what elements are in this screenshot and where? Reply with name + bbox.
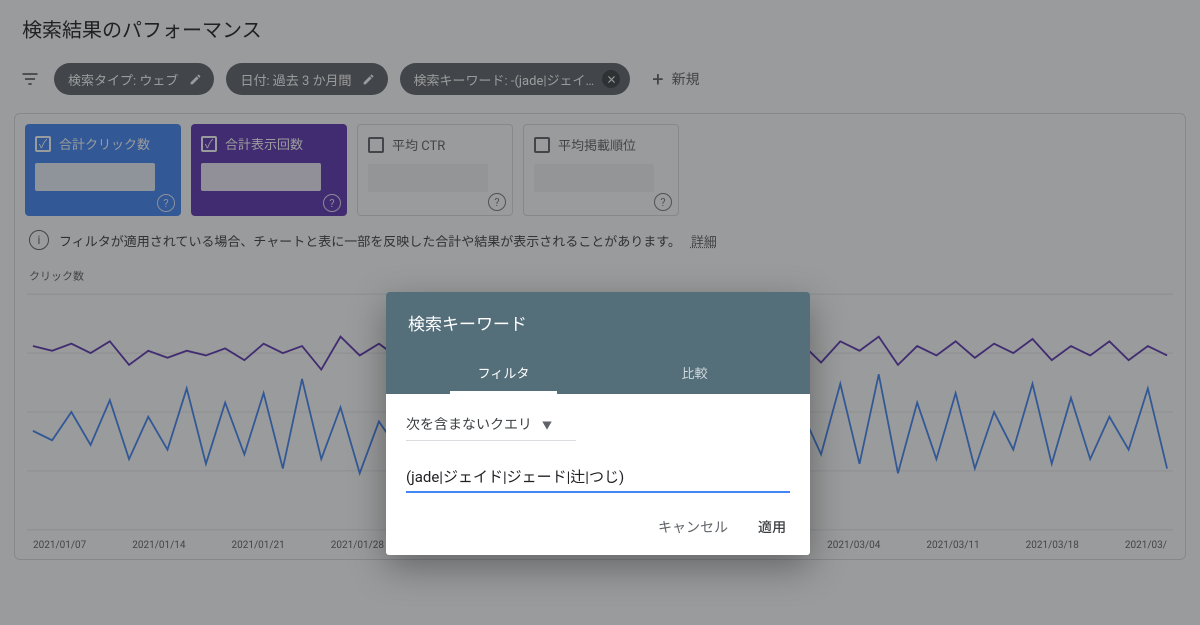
chip-date[interactable]: 日付: 過去 3 か月間: [226, 63, 387, 95]
info-icon[interactable]: ?: [488, 193, 506, 211]
metric-clicks[interactable]: 合計クリック数 ?: [25, 124, 181, 216]
info-banner: i フィルタが適用されている場合、チャートと表に一部を反映した合計や結果が表示さ…: [15, 220, 1185, 260]
query-input[interactable]: [406, 463, 790, 493]
metric-value: [35, 163, 155, 191]
x-tick: 2021/01/21: [232, 540, 285, 551]
info-icon: i: [29, 230, 49, 250]
banner-link[interactable]: 詳細: [691, 231, 717, 250]
metric-label: 平均掲載順位: [558, 135, 636, 154]
x-tick: 2021/03/18: [1026, 540, 1079, 551]
metric-position[interactable]: 平均掲載順位 ?: [523, 124, 679, 216]
close-icon[interactable]: [602, 70, 620, 88]
metric-label: 合計表示回数: [225, 134, 303, 153]
dialog-title: 検索キーワード: [408, 310, 790, 335]
metric-label: 平均 CTR: [392, 135, 445, 154]
select-label: 次を含まないクエリ: [406, 414, 532, 434]
chip-query[interactable]: 検索キーワード: -(jade|ジェイ…: [400, 63, 631, 95]
query-filter-dialog: 検索キーワード フィルタ 比較 次を含まないクエリ ▼ キャンセル 適用: [386, 292, 810, 555]
filter-list-icon[interactable]: [18, 67, 42, 91]
metric-ctr[interactable]: 平均 CTR ?: [357, 124, 513, 216]
tab-compare[interactable]: 比較: [599, 353, 790, 394]
metric-label: 合計クリック数: [59, 134, 150, 153]
chart-y-label: クリック数: [29, 268, 1173, 284]
chip-label: 日付: 過去 3 か月間: [240, 70, 351, 89]
metric-impressions[interactable]: 合計表示回数 ?: [191, 124, 347, 216]
cancel-button[interactable]: キャンセル: [658, 517, 728, 537]
x-tick: 2021/01/28: [331, 540, 384, 551]
chip-label: 検索キーワード: -(jade|ジェイ…: [414, 70, 595, 89]
metric-value: [201, 163, 321, 191]
x-tick: 2021/03/: [1125, 540, 1167, 551]
info-icon[interactable]: ?: [323, 194, 341, 212]
banner-text: フィルタが適用されている場合、チャートと表に一部を反映した合計や結果が表示される…: [59, 231, 681, 250]
checkbox-icon: [201, 136, 217, 152]
chevron-down-icon: ▼: [542, 417, 552, 432]
dialog-tabs: フィルタ 比較: [408, 353, 790, 394]
info-icon[interactable]: ?: [157, 194, 175, 212]
x-tick: 2021/03/11: [926, 540, 979, 551]
x-tick: 2021/01/07: [33, 540, 86, 551]
info-icon[interactable]: ?: [654, 193, 672, 211]
new-label: 新規: [672, 69, 700, 89]
apply-button[interactable]: 適用: [758, 517, 786, 537]
chip-label: 検索タイプ: ウェブ: [68, 70, 178, 89]
x-tick: 2021/03/04: [827, 540, 880, 551]
match-type-select[interactable]: 次を含まないクエリ ▼: [406, 412, 576, 441]
dialog-actions: キャンセル 適用: [386, 499, 810, 555]
page-title: 検索結果のパフォーマンス: [0, 0, 1200, 51]
x-tick: 2021/01/14: [132, 540, 185, 551]
chip-search-type[interactable]: 検索タイプ: ウェブ: [54, 63, 214, 95]
metric-value: [534, 164, 654, 192]
checkbox-icon: [35, 136, 51, 152]
tab-filter[interactable]: フィルタ: [408, 353, 599, 394]
checkbox-icon: [368, 137, 384, 153]
metrics-row: 合計クリック数 ? 合計表示回数 ? 平均 CTR ? 平均掲載順位 ?: [15, 114, 1185, 220]
filters-row: 検索タイプ: ウェブ 日付: 過去 3 か月間 検索キーワード: -(jade|…: [0, 51, 1200, 113]
checkbox-icon: [534, 137, 550, 153]
pencil-icon: [360, 70, 378, 88]
add-filter-button[interactable]: + 新規: [642, 69, 699, 89]
pencil-icon: [186, 70, 204, 88]
metric-value: [368, 164, 488, 192]
plus-icon: +: [652, 69, 663, 89]
